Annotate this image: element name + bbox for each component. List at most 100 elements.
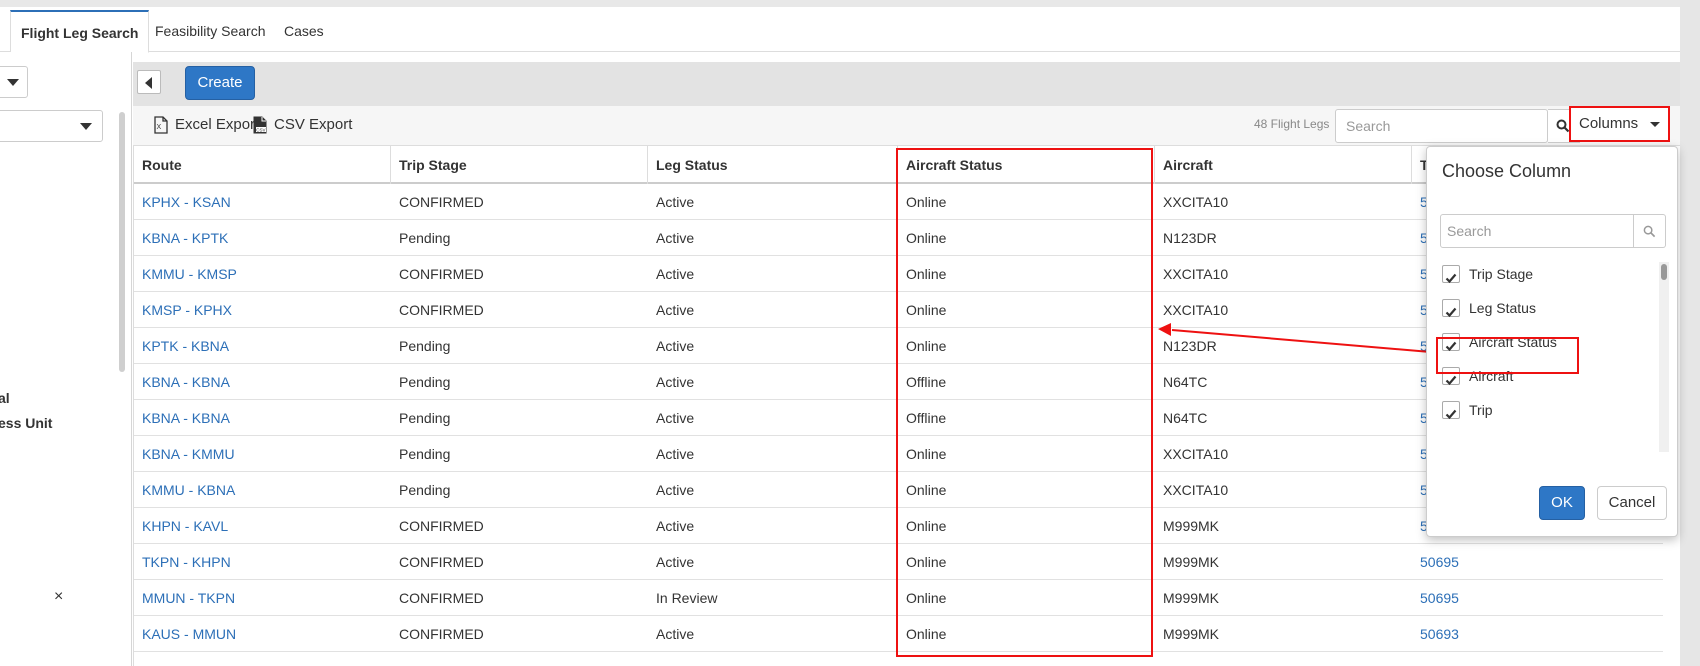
tab-flight-leg-search[interactable]: Flight Leg Search (10, 10, 150, 53)
cell-leg-status: Active (656, 302, 695, 318)
cell-aircraft-status: Online (906, 554, 947, 570)
column-option[interactable]: Trip Stage (1437, 259, 1637, 289)
cell-trip-stage: CONFIRMED (399, 626, 484, 642)
check-icon (1445, 375, 1457, 386)
cell-leg-status: In Review (656, 590, 718, 606)
choose-column-popup: Choose Column Trip Stage Leg Status Aircra… (1426, 146, 1678, 537)
svg-text:X: X (157, 124, 162, 131)
popup-title: Choose Column (1442, 161, 1572, 181)
cell-trip-stage: Pending (399, 482, 451, 498)
app-window: Flight Leg Search Feasibility Search Cas… (0, 0, 1700, 666)
column-list-scrollbar[interactable] (1659, 262, 1669, 452)
left-panel-scrollbar[interactable] (119, 112, 125, 372)
cell-trip-stage: CONFIRMED (399, 194, 484, 210)
main-toolbar: Create (133, 62, 1680, 106)
cell-trip-stage: CONFIRMED (399, 266, 484, 282)
filter-select[interactable] (0, 110, 103, 142)
cell-aircraft-status: Online (906, 266, 947, 282)
header-leg-status[interactable]: Leg Status (648, 146, 898, 184)
cell-route[interactable]: KAUS - MMUN (134, 616, 391, 652)
cell-route[interactable]: KPTK - KBNA (134, 328, 391, 364)
tab-bar: Flight Leg Search Feasibility Search Cas… (0, 10, 1680, 53)
checkbox[interactable] (1442, 367, 1460, 386)
top-strip (0, 0, 1700, 7)
header-route[interactable]: Route (134, 146, 391, 184)
cell-leg-status: Active (656, 554, 695, 570)
cell-route[interactable]: TKPN - KHPN (134, 544, 391, 580)
filter-label-business-unit: ess Unit (0, 415, 53, 431)
csv-export-button[interactable]: CSV CSV Export (252, 116, 352, 134)
checkbox[interactable] (1442, 401, 1460, 420)
column-option[interactable]: Aircraft (1437, 361, 1637, 391)
cell-route[interactable]: KBNA - KBNA (134, 364, 391, 400)
cell-route[interactable]: KMMU - KBNA (134, 472, 391, 508)
column-option-label: Leg Status (1469, 300, 1536, 316)
cell-leg-status: Active (656, 410, 695, 426)
cell-leg-status: Active (656, 446, 695, 462)
cell-trip-stage: Pending (399, 374, 451, 390)
cell-trip-stage: Pending (399, 446, 451, 462)
cell-route[interactable]: KBNA - KPTK (134, 220, 391, 256)
header-trip-stage[interactable]: Trip Stage (391, 146, 648, 184)
scrollbar-thumb[interactable] (1661, 264, 1667, 280)
cell-leg-status: Active (656, 266, 695, 282)
header-aircraft-status[interactable]: Aircraft Status (898, 146, 1155, 184)
cell-aircraft-status: Online (906, 194, 947, 210)
column-option[interactable]: Aircraft Status (1437, 327, 1637, 357)
cell-route[interactable]: KMSP - KPHX (134, 292, 391, 328)
close-icon[interactable]: × (54, 588, 63, 606)
column-option[interactable]: Trip (1437, 395, 1637, 425)
cell-aircraft: M999MK (1163, 626, 1220, 642)
cell-aircraft-status: Online (906, 590, 947, 606)
cell-leg-status: Active (656, 626, 695, 642)
create-button[interactable]: Create (185, 66, 255, 100)
cell-aircraft-status: Online (906, 518, 947, 534)
cancel-button[interactable]: Cancel (1597, 486, 1667, 520)
filter-select-small[interactable] (0, 66, 28, 98)
cell-trip[interactable]: 50695 (1412, 580, 1663, 616)
check-icon (1445, 409, 1457, 420)
cell-trip[interactable]: 50693 (1412, 616, 1663, 652)
ok-button[interactable]: OK (1539, 486, 1585, 520)
right-gutter (1680, 0, 1700, 666)
checkbox[interactable] (1442, 299, 1460, 318)
cell-aircraft: M999MK (1163, 518, 1220, 534)
chevron-down-icon (80, 123, 92, 130)
cell-trip[interactable]: 50695 (1412, 544, 1663, 580)
checkbox[interactable] (1442, 333, 1460, 352)
column-search-input[interactable] (1440, 214, 1634, 248)
tab-cases[interactable]: Cases (274, 10, 334, 52)
tab-feasibility-search[interactable]: Feasibility Search (145, 10, 276, 52)
cell-leg-status: Active (656, 518, 695, 534)
cell-aircraft-status: Online (906, 446, 947, 462)
cell-route[interactable]: KBNA - KBNA (134, 400, 391, 436)
check-icon (1445, 341, 1457, 352)
cell-aircraft: N64TC (1163, 374, 1208, 390)
collapse-panel-button[interactable] (137, 70, 161, 94)
cell-trip-stage: CONFIRMED (399, 518, 484, 534)
left-filter-panel: al ess Unit × (0, 52, 132, 666)
excel-export-button[interactable]: X Excel Export (153, 116, 259, 134)
cell-route[interactable]: KBNA - KMMU (134, 436, 391, 472)
cell-aircraft-status: Online (906, 302, 947, 318)
columns-button[interactable]: Columns (1569, 106, 1670, 142)
column-option-label: Trip Stage (1469, 266, 1534, 282)
cell-route[interactable]: MMUN - TKPN (134, 580, 391, 616)
checkbox[interactable] (1442, 265, 1460, 284)
cell-route[interactable]: KMMU - KMSP (134, 256, 391, 292)
table-row[interactable]: MMUN - TKPN CONFIRMED In Review Online M999M… (134, 580, 1663, 616)
column-option-label: Trip (1469, 402, 1493, 418)
grid-search-input[interactable] (1335, 109, 1548, 143)
column-search-button[interactable] (1634, 214, 1666, 248)
cell-trip-stage: Pending (399, 410, 451, 426)
header-aircraft[interactable]: Aircraft (1155, 146, 1412, 184)
column-option-label: Aircraft (1469, 368, 1514, 384)
table-row[interactable]: KAUS - MMUN CONFIRMED Active Online M999MK 50… (134, 616, 1663, 652)
grid-toolbar: X Excel Export CSV CSV Export 48 Flight … (133, 106, 1680, 146)
cell-route[interactable]: KPHX - KSAN (134, 184, 391, 220)
cell-leg-status: Active (656, 194, 695, 210)
cell-route[interactable]: KHPN - KAVL (134, 508, 391, 544)
column-option[interactable]: Leg Status (1437, 293, 1637, 323)
cell-leg-status: Active (656, 374, 695, 390)
table-row[interactable]: TKPN - KHPN CONFIRMED Active Online M999MK 50… (134, 544, 1663, 580)
